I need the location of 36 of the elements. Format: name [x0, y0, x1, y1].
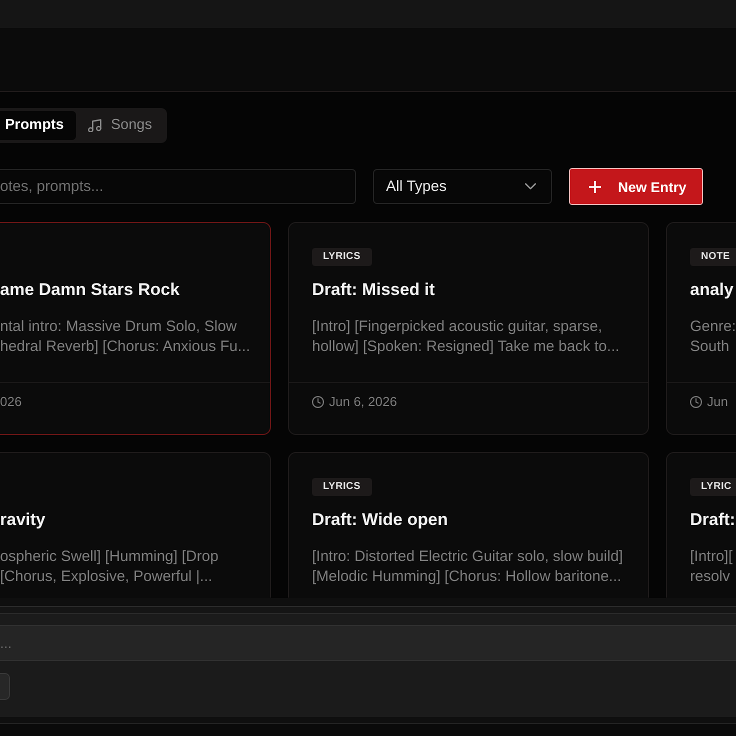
type-badge: NOTE	[690, 248, 736, 266]
card-date: Jun 6, 2026	[329, 394, 397, 410]
entry-card[interactable]: NOTE analy Genre: South Jun	[666, 222, 736, 435]
card-title: Draft: Wide open	[312, 509, 448, 531]
search-field[interactable]: otes, prompts...	[0, 169, 356, 204]
card-title: Draft:	[690, 509, 736, 531]
composer-field[interactable]: ...	[0, 625, 736, 661]
card-date: 026	[0, 394, 22, 410]
entry-card[interactable]: LYRICS Draft: Wide open [Intro: Distorted Electric Guitar solo, slow build] [Melodic Humming] [Chorus: Hollow baritone...	[288, 452, 649, 598]
type-badge: LYRIC	[690, 478, 736, 496]
type-badge: LYRICS	[312, 248, 372, 266]
card-description: ospheric Swell] [Humming] [Drop [Chorus, Explosive, Powerful |...	[0, 547, 218, 587]
clock-icon	[690, 396, 702, 408]
card-title: ravity	[0, 509, 46, 531]
chevron-down-icon	[525, 183, 536, 190]
entry-card[interactable]: ravity ospheric Swell] [Humming] [Drop [Chorus, Explosive, Powerful |...	[0, 452, 271, 598]
card-description: [Intro][ resolv	[690, 547, 733, 587]
music-note-icon	[88, 119, 102, 132]
card-date: Jun	[707, 394, 728, 410]
entry-card[interactable]: LYRIC Draft: [Intro][ resolv	[666, 452, 736, 598]
plus-icon	[589, 180, 601, 192]
card-title: analy	[690, 279, 734, 301]
card-title: Draft: Missed it	[312, 279, 435, 301]
entry-card[interactable]: ame Damn Stars Rock ntal intro: Massive Drum Solo, Slow hedral Reverb] [Chorus: Anxious Fu... 026	[0, 222, 271, 435]
card-title: ame Damn Stars Rock	[0, 279, 180, 301]
card-description: [Intro] [Fingerpicked acoustic guitar, sparse, hollow] [Spoken: Resigned] Take me back to...	[312, 317, 620, 357]
tab[interactable]: Songs	[76, 111, 164, 140]
tab[interactable]: Prompts	[0, 111, 76, 140]
type-select[interactable]: All Types	[373, 169, 552, 204]
entry-card[interactable]: LYRICS Draft: Missed it [Intro] [Fingerpicked acoustic guitar, sparse, hollow] [Spoken: Resigned] Take me back to... Jun 6, 2026	[288, 222, 649, 435]
card-description: [Intro: Distorted Electric Guitar solo, slow build] [Melodic Humming] [Chorus: Hollow baritone...	[312, 547, 623, 587]
card-description: ntal intro: Massive Drum Solo, Slow hedral Reverb] [Chorus: Anxious Fu...	[0, 317, 250, 357]
card-description: Genre: South	[690, 317, 736, 357]
clock-icon	[312, 396, 324, 408]
type-badge: LYRICS	[312, 478, 372, 496]
new-entry-button[interactable]: New Entry	[569, 168, 703, 205]
